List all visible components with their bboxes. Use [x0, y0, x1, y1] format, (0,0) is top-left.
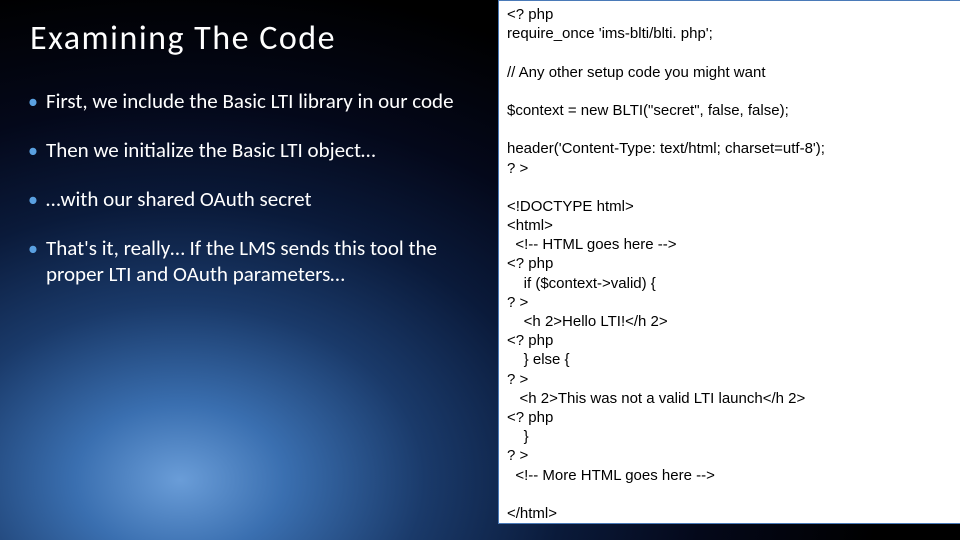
bullet-dot-icon: •	[28, 90, 38, 115]
bullet-item: • …with our shared OAuth secret	[28, 186, 468, 213]
bullet-text: That's it, really… If the LMS sends this…	[46, 235, 468, 288]
bullet-text: First, we include the Basic LTI library …	[46, 88, 468, 114]
bullet-text: Then we initialize the Basic LTI object…	[46, 137, 468, 163]
bullet-list: • First, we include the Basic LTI librar…	[28, 88, 468, 310]
bullet-item: • That's it, really… If the LMS sends th…	[28, 235, 468, 288]
bullet-dot-icon: •	[28, 139, 38, 164]
code-block: <? php require_once 'ims-blti/blti. php'…	[498, 0, 960, 524]
bullet-dot-icon: •	[28, 188, 38, 213]
bullet-dot-icon: •	[28, 237, 38, 262]
slide-title: Examining The Code	[30, 18, 336, 59]
bullet-item: • Then we initialize the Basic LTI objec…	[28, 137, 468, 164]
slide: Examining The Code • First, we include t…	[0, 0, 960, 540]
bullet-item: • First, we include the Basic LTI librar…	[28, 88, 468, 115]
bullet-text: …with our shared OAuth secret	[46, 186, 468, 212]
